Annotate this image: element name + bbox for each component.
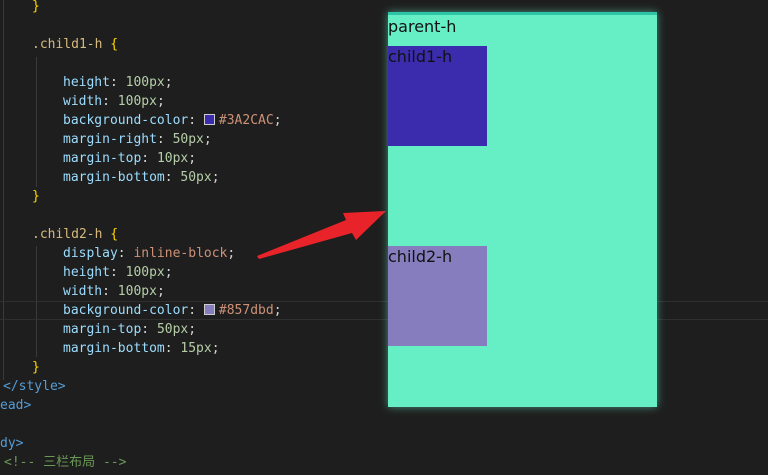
body-tag: dy> (0, 436, 24, 451)
code-line: } (32, 187, 40, 206)
css-property: margin-bottom (63, 170, 165, 185)
css-selector-child2: .child2-h (32, 227, 103, 242)
css-declaration: background-color: #857dbd; (63, 303, 282, 318)
code-brace: { (110, 37, 119, 52)
style-close-tag: </style> (3, 379, 66, 394)
code-brace: } (32, 360, 40, 375)
child2-box: child2-h (388, 246, 487, 346)
css-property: margin-top (63, 322, 142, 337)
css-selector-child1: .child1-h (32, 37, 103, 52)
css-property: margin-right (63, 132, 157, 147)
css-value: 100px (125, 265, 165, 280)
color-swatch-icon[interactable] (203, 304, 215, 315)
code-brace: { (110, 227, 119, 242)
css-value: #3A2CAC (218, 113, 274, 128)
code-brace: } (32, 0, 40, 14)
color-swatch-icon[interactable] (203, 114, 215, 125)
code-line: .child2-h { (32, 225, 118, 244)
code-line: ead> (0, 396, 31, 415)
code-line: <!-- 三栏布局 --> (4, 453, 126, 472)
css-property: background-color (63, 113, 189, 128)
css-value: 100px (117, 94, 157, 109)
child1-label: child1-h (388, 47, 453, 66)
red-arrow-icon (257, 211, 386, 259)
css-value: 15px (180, 341, 212, 356)
css-property: height (63, 265, 110, 280)
css-declaration: margin-bottom: 50px; (63, 170, 220, 185)
css-declaration: height: 100px; (63, 265, 173, 280)
css-declaration: height: 100px; (63, 75, 173, 90)
child1-box: child1-h (388, 46, 487, 146)
css-declaration: margin-top: 50px; (63, 322, 197, 337)
css-value: 50px (156, 322, 189, 337)
code-line: .child1-h { (32, 35, 118, 54)
css-value: 100px (125, 75, 165, 90)
css-property: margin-top (63, 151, 142, 166)
css-declaration: margin-top: 10px; (63, 151, 197, 166)
code-line: } (32, 358, 40, 377)
css-property: width (63, 284, 103, 299)
css-property: width (63, 94, 103, 109)
parent-box: parent-h child1-h child2-h (388, 12, 657, 407)
css-declaration: margin-right: 50px; (63, 132, 212, 147)
child2-label: child2-h (388, 247, 453, 266)
css-declaration: display: inline-block; (63, 246, 236, 261)
css-property: background-color (63, 303, 189, 318)
code-line: </style> (3, 377, 66, 396)
code-line: dy> (0, 434, 23, 453)
code-line: } (32, 0, 40, 16)
head-close-tag: ead> (0, 398, 32, 413)
css-declaration: margin-bottom: 15px; (63, 341, 220, 356)
css-value: 50px (172, 132, 204, 147)
css-value: 100px (117, 284, 157, 299)
indent-guide (36, 57, 37, 187)
indent-guide (3, 0, 4, 380)
css-property: height (63, 75, 110, 90)
css-property: margin-bottom (63, 341, 165, 356)
parent-label: parent-h (388, 17, 457, 36)
css-declaration: width: 100px; (63, 284, 165, 299)
html-comment: <!-- 三栏布局 --> (4, 455, 127, 470)
css-declaration: width: 100px; (63, 94, 165, 109)
css-value: 50px (180, 170, 212, 185)
css-value: #857dbd (218, 303, 274, 318)
css-value: 10px (156, 151, 189, 166)
css-declaration: background-color: #3A2CAC; (63, 113, 282, 128)
code-brace: } (32, 189, 40, 204)
css-property: display (63, 246, 118, 261)
css-value: inline-block (133, 246, 228, 261)
